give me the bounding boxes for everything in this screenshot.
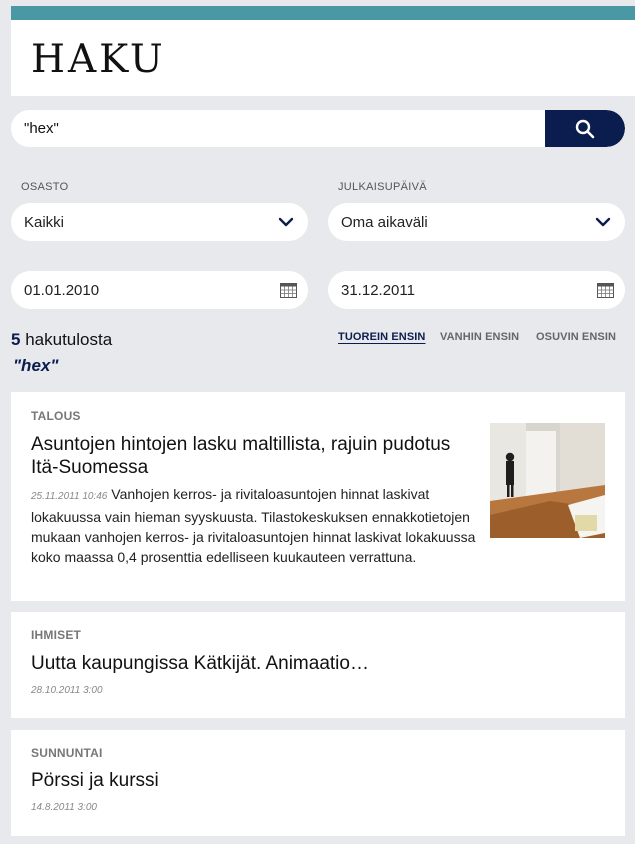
result-category: TALOUS [31,409,81,423]
result-date: 14.8.2011 3:00 [31,802,97,813]
date-to-input[interactable]: 31.12.2011 [328,271,625,309]
date-range-select-value: Oma aikaväli [341,213,428,231]
result-card[interactable]: IHMISET Uutta kaupungissa Kätkijät. Anim… [11,612,625,718]
calendar-icon [597,283,614,298]
date-to-value: 31.12.2011 [341,281,415,299]
date-from-value: 01.01.2010 [24,281,100,299]
result-count-label: hakutulosta [25,330,113,349]
top-accent-bar [11,6,635,20]
apartment-photo [490,423,605,538]
calendar-icon [280,283,297,298]
section-select[interactable]: Kaikki [11,203,308,241]
page-title: HAKU [31,37,166,82]
search-bar [11,110,625,147]
sort-most-relevant[interactable]: OSUVIN ENSIN [536,331,616,343]
result-count-number: 5 [11,330,21,349]
sort-newest-first[interactable]: TUOREIN ENSIN [338,331,425,343]
section-select-value: Kaikki [24,213,65,231]
result-thumbnail[interactable] [490,423,605,538]
chevron-down-icon [595,217,611,227]
result-category: SUNNUNTAI [31,746,103,760]
date-from-input[interactable]: 01.01.2010 [11,271,308,309]
result-title-line2: Itä-Suomessa [31,457,149,478]
result-category: IHMISET [31,628,82,642]
result-title[interactable]: Uutta kaupungissa Kätkijät. Animaatio… [31,652,369,675]
result-title[interactable]: Pörssi ja kurssi [31,769,159,792]
sort-oldest-first[interactable]: VANHIN ENSIN [440,331,519,343]
search-icon [575,119,595,138]
section-filter-label: OSASTO [21,181,69,193]
chevron-down-icon [278,217,294,227]
result-card[interactable]: TALOUS Asuntojen hintojen lasku maltilli… [11,392,625,601]
date-filter-label: JULKAISUPÄIVÄ [338,181,427,193]
result-card[interactable]: SUNNUNTAI Pörssi ja kurssi 14.8.2011 3:0… [11,730,625,836]
page-header: HAKU [11,20,635,96]
date-range-select[interactable]: Oma aikaväli [328,203,625,241]
search-query-echo: "hex" [13,356,59,375]
search-button[interactable] [545,110,625,147]
search-input[interactable] [11,110,545,147]
result-excerpt: 25.11.2011 10:46 Vanhojen kerros- ja riv… [31,484,491,567]
result-date: 28.10.2011 3:00 [31,685,103,696]
result-title-line1: Asuntojen hintojen lasku maltillista, ra… [31,434,451,455]
result-count: 5 hakutulosta [11,330,112,350]
result-date: 25.11.2011 10:46 [31,491,108,502]
result-title[interactable]: Asuntojen hintojen lasku maltillista, ra… [31,433,450,479]
